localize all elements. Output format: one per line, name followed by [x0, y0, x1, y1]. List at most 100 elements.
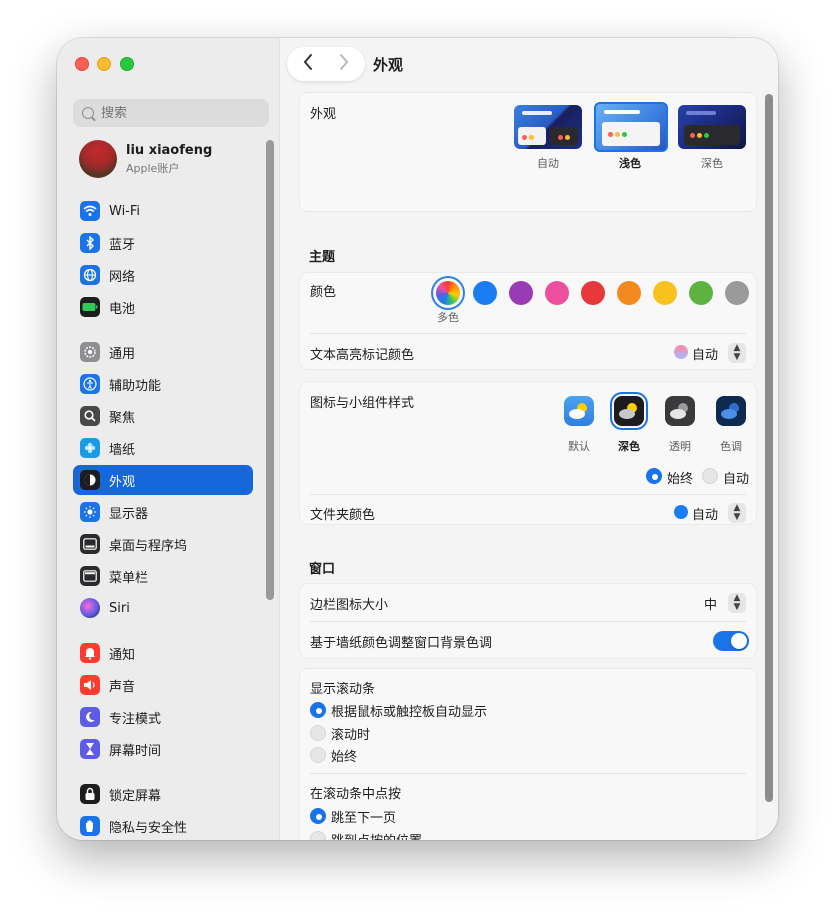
scroll-show-always-label[interactable]: 始终 [331, 746, 357, 765]
highlight-color-label: 文本高亮标记颜色 [310, 348, 415, 363]
sidebar-item-displays[interactable]: 显示器 [73, 497, 253, 527]
highlight-color-popup[interactable]: ▲ ▼ [728, 343, 746, 363]
sidebar-item-label: 声音 [109, 679, 136, 695]
sidebar-item-menu-bar[interactable]: 菜单栏 [73, 561, 253, 591]
maximize-window-button[interactable] [120, 57, 134, 71]
appearance-light-label: 浅色 [619, 157, 641, 170]
color-graphite-swatch[interactable] [725, 281, 749, 305]
sidebar-item-accessibility[interactable]: 辅助功能 [73, 369, 253, 399]
toolbar: 外观 [281, 38, 778, 90]
scroll-show-when-scrolling-radio[interactable] [310, 725, 326, 741]
sidebar-item-battery[interactable]: 电池 [73, 292, 253, 322]
folder-color-popup[interactable]: ▲ ▼ [728, 503, 746, 523]
appearance-dark-thumbnail[interactable] [678, 105, 746, 149]
sidebar-item-wallpaper[interactable]: 墙纸 [73, 433, 253, 463]
sidebar-item-label: 辅助功能 [109, 378, 162, 394]
color-blue-swatch[interactable] [473, 281, 497, 305]
sidebar-scrollbar[interactable] [266, 140, 274, 600]
menubar-icon [80, 566, 100, 586]
theme-section-title: 主题 [309, 250, 336, 265]
back-button[interactable] [295, 53, 321, 75]
appearance-settings-panel: 外观 自动 浅色 深色 主题 颜色 多色 文本高亮标记颜色 自动 ▲ ▼ 图标与… [281, 90, 778, 840]
sidebar-item-sound[interactable]: 声音 [73, 670, 253, 700]
sidebar-item-spotlight[interactable]: 聚焦 [73, 401, 253, 431]
appearance-light-thumbnail[interactable] [594, 102, 668, 152]
color-orange-swatch[interactable] [617, 281, 641, 305]
sidebar-item-siri[interactable]: Siri [73, 593, 253, 623]
icon-style-card: 图标与小组件样式 默认 深色 透明 色调 始终 自动 文件夹颜色 自动 ▲ ▼ [299, 381, 757, 525]
sidebar-item-label: 通知 [109, 647, 136, 663]
sidebar-item-label: Wi-Fi [109, 203, 141, 219]
sidebar-item-label: 专注模式 [109, 711, 162, 727]
sidebar-item-label: 隐私与安全性 [109, 820, 188, 836]
accessibility-icon [80, 374, 100, 394]
navigation-buttons [287, 47, 365, 81]
icon-style-clear-icon[interactable] [665, 396, 695, 426]
sidebar-item-focus[interactable]: 专注模式 [73, 702, 253, 732]
icon-mode-always-label[interactable]: 始终 [667, 468, 693, 487]
hand-icon [80, 816, 100, 836]
color-pink-swatch[interactable] [545, 281, 569, 305]
sidebar-item-appearance[interactable]: 外观 [73, 465, 253, 495]
sidebar-item-notifications[interactable]: 通知 [73, 638, 253, 668]
scroll-show-automatic-radio[interactable] [310, 702, 326, 718]
close-window-button[interactable] [75, 57, 89, 71]
sidebar-item-screen-time[interactable]: 屏幕时间 [73, 734, 253, 764]
scroll-click-position-radio[interactable] [310, 831, 326, 840]
wallpaper-tint-toggle[interactable] [713, 631, 749, 651]
sidebar-item-network[interactable]: 网络 [73, 260, 253, 290]
folder-color-label: 文件夹颜色 [310, 508, 376, 523]
sidebar-item-lock-screen[interactable]: 锁定屏幕 [73, 779, 253, 809]
account-name: liu xiaofeng [126, 142, 213, 158]
scroll-show-automatic-label[interactable]: 根据鼠标或触控板自动显示 [331, 701, 487, 720]
wifi-icon [80, 201, 100, 221]
scroll-click-next-page-label[interactable]: 跳至下一页 [331, 807, 396, 826]
network-globe-icon [80, 265, 100, 285]
scroll-show-when-scrolling-label[interactable]: 滚动时 [331, 724, 370, 743]
icon-mode-always-radio[interactable] [646, 468, 662, 484]
wallpaper-tint-label: 基于墙纸颜色调整窗口背景色调 [310, 636, 493, 651]
highlight-color-value[interactable]: 自动 [692, 344, 718, 363]
search-field[interactable] [73, 99, 269, 127]
minimize-window-button[interactable] [97, 57, 111, 71]
chevron-down-icon: ▼ [733, 352, 741, 362]
sidebar-item-label: 屏幕时间 [109, 743, 162, 759]
scroll-click-next-page-radio[interactable] [310, 808, 326, 824]
scroll-click-position-label[interactable]: 跳到点按的位置 [331, 830, 422, 840]
content-scrollbar[interactable] [765, 94, 773, 802]
scroll-show-always-radio[interactable] [310, 747, 326, 763]
icon-style-tinted-icon[interactable] [716, 396, 746, 426]
sidebar-item-privacy[interactable]: 隐私与安全性 [73, 811, 253, 840]
folder-color-value[interactable]: 自动 [692, 504, 718, 523]
icon-mode-auto-radio[interactable] [702, 468, 718, 484]
sidebar-item-label: 显示器 [109, 506, 149, 522]
color-green-swatch[interactable] [689, 281, 713, 305]
show-scrollbars-label: 显示滚动条 [310, 682, 376, 697]
sidebar-item-label: 网络 [109, 269, 136, 285]
appearance-auto-thumbnail[interactable] [514, 105, 582, 149]
dock-icon [80, 534, 100, 554]
gear-icon [80, 342, 100, 362]
theme-card: 颜色 多色 文本高亮标记颜色 自动 ▲ ▼ [299, 272, 757, 370]
account-row[interactable]: liu xiaofeng Apple账户 [79, 140, 212, 178]
sidebar-icon-size-value[interactable]: 中 [704, 594, 717, 613]
folder-color-dot [674, 505, 688, 519]
color-red-swatch[interactable] [581, 281, 605, 305]
sidebar-item-desktop-dock[interactable]: 桌面与程序坞 [73, 529, 253, 559]
divider [310, 494, 746, 495]
wallpaper-flower-icon [80, 438, 100, 458]
color-multicolor-swatch[interactable] [436, 281, 460, 305]
icon-style-dark-icon[interactable] [614, 396, 644, 426]
sidebar-item-general[interactable]: 通用 [73, 337, 253, 367]
sidebar-icon-size-popup[interactable]: ▲ ▼ [728, 593, 746, 613]
click-scrollbar-label: 在滚动条中点按 [310, 787, 402, 802]
sidebar-item-wifi[interactable]: Wi-Fi [73, 196, 253, 226]
icon-mode-auto-label[interactable]: 自动 [723, 468, 749, 487]
icon-style-default-icon[interactable] [564, 396, 594, 426]
color-yellow-swatch[interactable] [653, 281, 677, 305]
search-input[interactable] [101, 105, 251, 121]
forward-button[interactable] [331, 53, 357, 75]
sidebar-item-bluetooth[interactable]: 蓝牙 [73, 228, 253, 258]
color-purple-swatch[interactable] [509, 281, 533, 305]
chevron-down-icon: ▼ [733, 602, 741, 612]
